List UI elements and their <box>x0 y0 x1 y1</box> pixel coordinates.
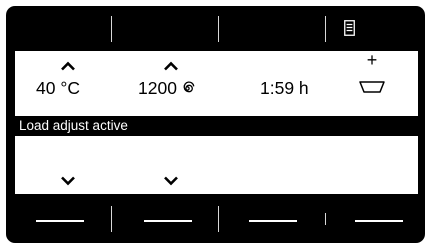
display-screen: 40 °C 1200 1:59 h + Load adjust active <box>15 51 418 194</box>
temperature-down-chevron-icon[interactable] <box>60 176 76 186</box>
top-key-separator <box>325 16 326 42</box>
menu-list-icon <box>344 20 355 36</box>
spin-speed-label: 1200 <box>138 78 177 98</box>
duration-value[interactable]: 1:59 h <box>260 78 309 98</box>
control-panel: 40 °C 1200 1:59 h + Load adjust active <box>6 6 425 243</box>
duration-label: 1:59 h <box>260 78 309 98</box>
temperature-label: 40 °C <box>36 78 80 98</box>
bottom-key-separator <box>325 213 326 225</box>
bottom-key-separator <box>218 206 219 232</box>
bottom-key-2[interactable] <box>144 220 192 222</box>
spin-up-chevron-icon[interactable] <box>163 61 179 71</box>
top-key-separator <box>111 16 112 42</box>
top-key-separator <box>218 16 219 42</box>
extra-plus-label[interactable]: + <box>363 51 381 69</box>
status-message: Load adjust active <box>19 118 128 133</box>
spin-down-chevron-icon[interactable] <box>163 176 179 186</box>
top-key-3[interactable] <box>256 14 290 44</box>
status-message-bar: Load adjust active <box>15 116 418 136</box>
bottom-key-4[interactable] <box>355 220 403 222</box>
bottom-key-1[interactable] <box>36 220 84 222</box>
temperature-value[interactable]: 40 °C <box>36 78 80 98</box>
temperature-up-chevron-icon[interactable] <box>60 61 76 71</box>
bottom-key-3[interactable] <box>249 220 297 222</box>
dispenser-tray-icon[interactable] <box>359 80 385 94</box>
spin-speed-value[interactable]: 1200 <box>138 78 195 98</box>
top-key-1[interactable] <box>42 14 76 44</box>
bottom-key-separator <box>111 206 112 232</box>
top-key-2[interactable] <box>149 14 183 44</box>
spin-icon <box>183 81 195 93</box>
